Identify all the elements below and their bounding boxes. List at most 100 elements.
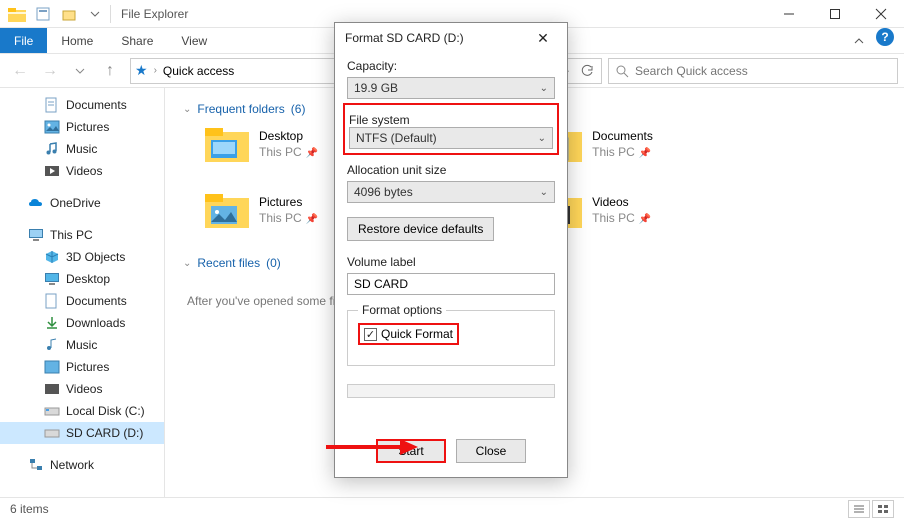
sidebar-item-label: This PC [50, 228, 93, 242]
highlight-file-system: File system NTFS (Default)⌄ [343, 103, 559, 155]
forward-button[interactable]: → [36, 57, 64, 85]
quick-format-label: Quick Format [381, 327, 453, 341]
filesystem-label: File system [349, 113, 553, 127]
annotation-arrow [322, 435, 422, 459]
folder-name: Documents [592, 129, 653, 145]
sidebar-item-label: Music [66, 142, 97, 156]
dialog-close-button[interactable]: ✕ [529, 27, 557, 49]
view-details-button[interactable] [848, 500, 870, 518]
qat-properties-icon[interactable] [32, 3, 54, 25]
close-button[interactable] [858, 0, 904, 28]
section-count: (0) [266, 256, 281, 270]
sidebar-item-label: Videos [66, 164, 102, 178]
status-bar: 6 items [0, 497, 904, 519]
filesystem-value: NTFS (Default) [356, 131, 437, 145]
sidebar-item-label: Pictures [66, 120, 109, 134]
onedrive-icon [28, 195, 44, 211]
section-title: Recent files [197, 256, 260, 270]
sidebar-item-pc-videos[interactable]: Videos [0, 378, 164, 400]
sidebar-item-pc-documents[interactable]: Documents [0, 290, 164, 312]
minimize-button[interactable] [766, 0, 812, 28]
checkbox-icon: ✓ [364, 328, 377, 341]
back-button[interactable]: ← [6, 57, 34, 85]
restore-defaults-button[interactable]: Restore device defaults [347, 217, 494, 241]
search-input[interactable] [635, 64, 891, 78]
search-box[interactable] [608, 58, 898, 84]
documents-icon [44, 293, 60, 309]
format-options-legend: Format options [358, 303, 446, 317]
tab-view[interactable]: View [167, 28, 221, 53]
folder-sub: This PC [259, 211, 302, 225]
status-item-count: 6 items [10, 502, 49, 516]
folder-sub: This PC [592, 211, 635, 225]
downloads-icon [44, 315, 60, 331]
format-progress-bar [347, 384, 555, 398]
sidebar-item-3dobjects[interactable]: 3D Objects [0, 246, 164, 268]
pin-icon: 📌 [639, 148, 651, 159]
thispc-icon [28, 227, 44, 243]
folder-name: Desktop [259, 129, 318, 145]
folder-icon [205, 126, 249, 164]
allocation-label: Allocation unit size [347, 163, 555, 177]
sidebar-item-music[interactable]: Music [0, 138, 164, 160]
videos-icon [44, 163, 60, 179]
recent-locations-button[interactable] [66, 57, 94, 85]
highlight-quick-format: ✓ Quick Format [358, 323, 459, 345]
quick-format-checkbox[interactable]: ✓ Quick Format [364, 327, 453, 341]
allocation-select[interactable]: 4096 bytes⌄ [347, 181, 555, 203]
sidebar-item-downloads[interactable]: Downloads [0, 312, 164, 334]
sidebar-item-sd-card-d[interactable]: SD CARD (D:) [0, 422, 164, 444]
drive-icon [44, 425, 60, 441]
folder-item-pictures[interactable]: PicturesThis PC📌 [205, 192, 318, 230]
help-icon[interactable]: ? [876, 28, 894, 46]
folder-item-desktop[interactable]: DesktopThis PC📌 [205, 126, 318, 164]
tab-share[interactable]: Share [107, 28, 167, 53]
sidebar-item-local-disk-c[interactable]: Local Disk (C:) [0, 400, 164, 422]
sidebar-item-pictures[interactable]: Pictures [0, 116, 164, 138]
sidebar-item-documents[interactable]: Documents [0, 94, 164, 116]
pin-icon: 📌 [639, 214, 651, 225]
volume-label-input[interactable] [347, 273, 555, 295]
music-icon [44, 337, 60, 353]
sidebar-item-network[interactable]: Network [0, 454, 164, 476]
search-icon [615, 64, 629, 78]
sidebar-item-desktop[interactable]: Desktop [0, 268, 164, 290]
sidebar-item-pc-music[interactable]: Music [0, 334, 164, 356]
sidebar-item-label: Downloads [66, 316, 125, 330]
capacity-value: 19.9 GB [354, 81, 398, 95]
window-title: File Explorer [121, 7, 188, 21]
chevron-down-icon: ⌄ [540, 83, 548, 94]
qat-new-folder-icon[interactable] [58, 3, 80, 25]
3dobjects-icon [44, 249, 60, 265]
videos-icon [44, 381, 60, 397]
up-button[interactable]: ↑ [96, 57, 124, 85]
sidebar-item-label: Pictures [66, 360, 109, 374]
pictures-icon [44, 119, 60, 135]
sidebar-item-thispc[interactable]: This PC [0, 224, 164, 246]
sidebar-item-onedrive[interactable]: OneDrive [0, 192, 164, 214]
chevron-down-icon: ⌄ [183, 258, 191, 269]
sidebar-item-videos[interactable]: Videos [0, 160, 164, 182]
filesystem-select[interactable]: NTFS (Default)⌄ [349, 127, 553, 149]
divider [110, 5, 111, 23]
sidebar-item-label: Local Disk (C:) [66, 404, 145, 418]
pin-icon: 📌 [306, 148, 318, 159]
refresh-button[interactable] [577, 57, 597, 85]
tab-file[interactable]: File [0, 28, 47, 53]
ribbon-collapse-icon[interactable] [846, 28, 872, 53]
format-options-group: Format options ✓ Quick Format [347, 303, 555, 366]
allocation-value: 4096 bytes [354, 185, 413, 199]
section-count: (6) [291, 102, 306, 116]
sidebar-item-label: Music [66, 338, 97, 352]
sidebar-item-pc-pictures[interactable]: Pictures [0, 356, 164, 378]
maximize-button[interactable] [812, 0, 858, 28]
section-title: Frequent folders [197, 102, 284, 116]
tab-home[interactable]: Home [47, 28, 107, 53]
capacity-select[interactable]: 19.9 GB ⌄ [347, 77, 555, 99]
folder-name: Videos [592, 195, 651, 211]
close-button[interactable]: Close [456, 439, 526, 463]
dialog-title: Format SD CARD (D:) [345, 31, 464, 45]
view-large-icons-button[interactable] [872, 500, 894, 518]
qat-dropdown-icon[interactable] [84, 3, 106, 25]
sidebar-item-label: Videos [66, 382, 102, 396]
